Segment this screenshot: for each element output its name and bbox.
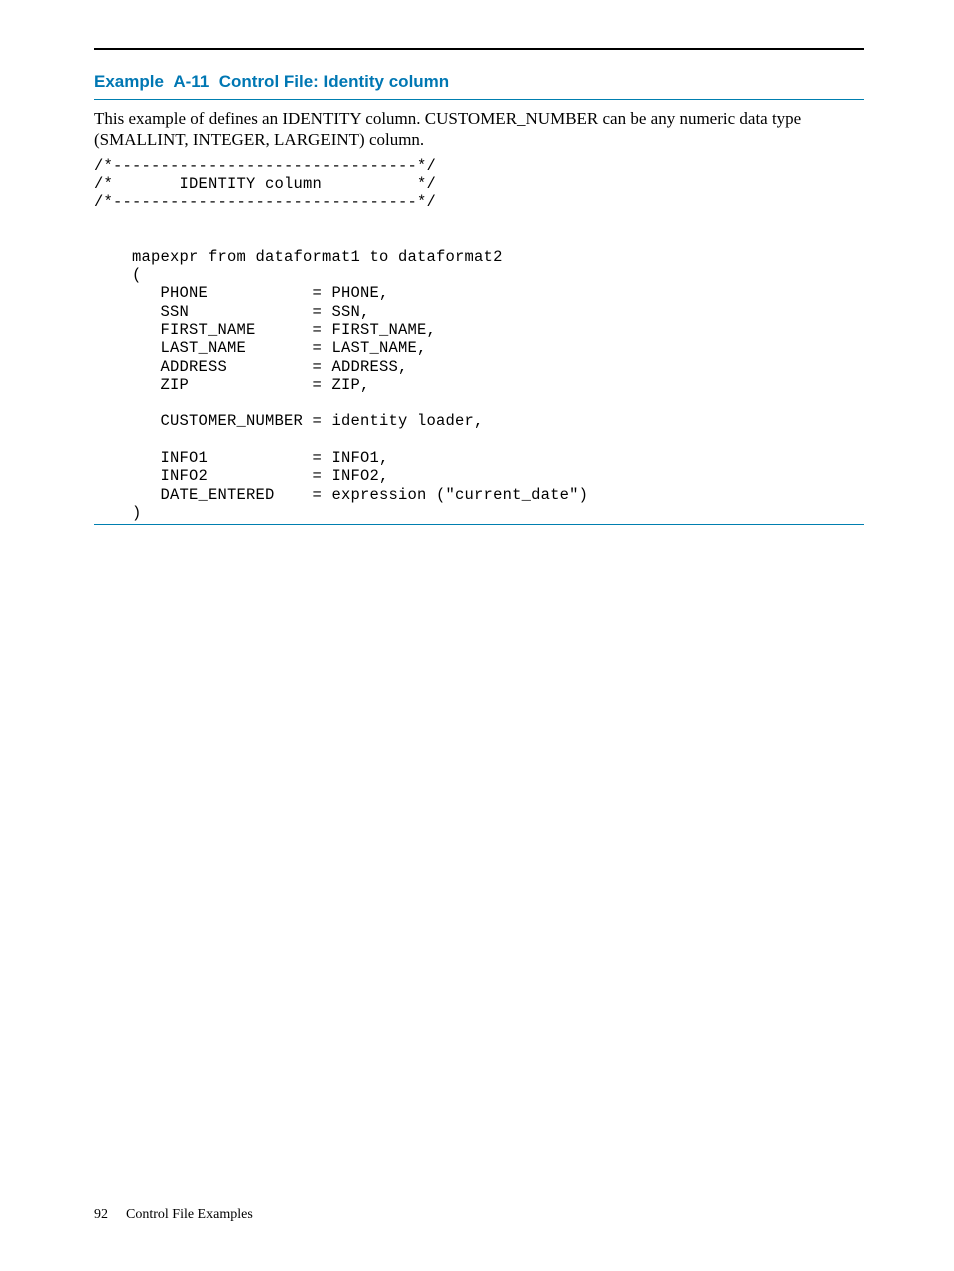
title-underline-rule: [94, 99, 864, 100]
example-label-prefix: Example A-11: [94, 72, 219, 91]
footer-section-title: Control File Examples: [126, 1207, 253, 1222]
page-footer: 92 Control File Examples: [94, 1207, 253, 1223]
code-block: /*--------------------------------*/ /* …: [94, 157, 864, 523]
example-title: Example A-11 Control File: Identity colu…: [94, 72, 864, 92]
example-description: This example of defines an IDENTITY colu…: [94, 108, 864, 151]
example-title-text: Control File: Identity column: [219, 72, 449, 91]
page-number: 92: [94, 1207, 108, 1222]
code-bottom-rule: [94, 524, 864, 525]
top-horizontal-rule: [94, 48, 864, 50]
